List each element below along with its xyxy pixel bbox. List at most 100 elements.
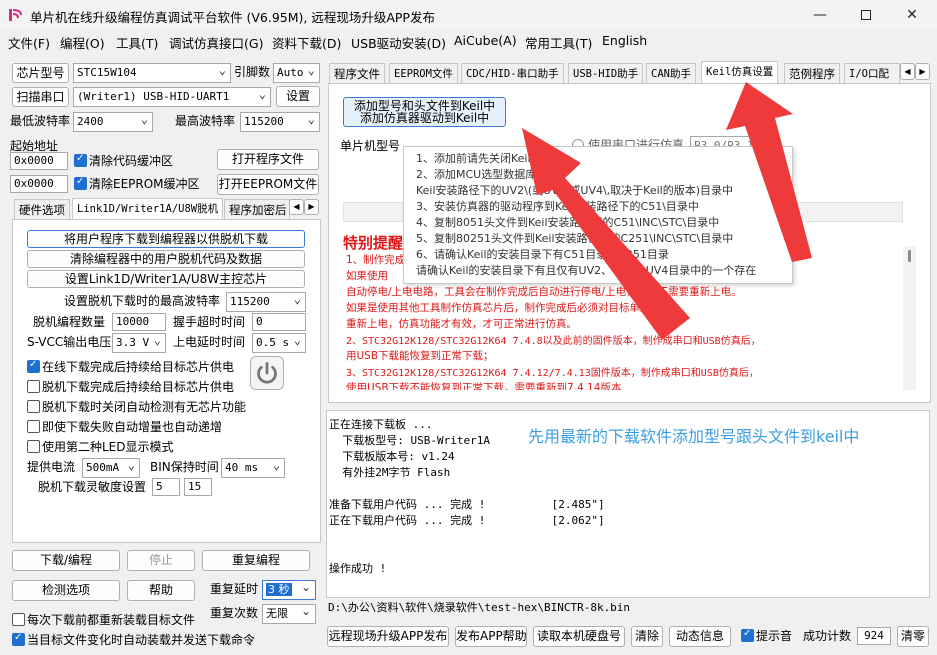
tab-can-assistant[interactable]: CAN助手 xyxy=(646,63,696,84)
eeprom-address-input[interactable]: 0x0000 xyxy=(10,175,68,193)
tooltip-line-7: 请确认Keil的安装目录下有且仅有UV2、UV3、UV4目录中的一个存在 xyxy=(416,264,757,277)
option-label-3: 即使下载失败自动增量也自动递增 xyxy=(42,420,223,434)
max-baud-label: 最高波特率 xyxy=(175,114,236,128)
svcc-voltage-select[interactable]: 3.3 V xyxy=(112,333,166,353)
notice-line-7: 3、STC32G12K128/STC32G12K64 7.4.12/7.4.13… xyxy=(346,368,759,379)
supply-current-select[interactable]: 500mA xyxy=(82,458,140,478)
tab-hardware-options[interactable]: 硬件选项 xyxy=(14,199,70,220)
tooltip-line-2: Keil安装路径下的UV2\(或UV3\或UV4\,取决于Keil的版本)目录中 xyxy=(416,184,734,197)
menu-tools[interactable]: 工具(T) xyxy=(116,33,158,52)
notice-line-8: 使用USB下载不能恢复到正常下载，需要重新到7.4.14版本 xyxy=(346,382,622,390)
power-delay-select[interactable]: 0.5 s xyxy=(252,333,306,353)
menu-english[interactable]: English xyxy=(602,33,647,48)
tab-serial-assistant[interactable]: CDC/HID-串口助手 xyxy=(461,63,564,84)
remote-upgrade-button[interactable]: 远程现场升级APP发布 xyxy=(327,626,449,647)
tooltip-line-3: 3、安装仿真器的驱动程序到Keil安装路径下的C51\目录中 xyxy=(416,200,699,213)
publish-app-help-button[interactable]: 发布APP帮助 xyxy=(455,626,527,647)
tab-encryption[interactable]: 程序加密后 xyxy=(224,199,290,220)
maximize-button[interactable] xyxy=(843,0,889,30)
arrow-left-icon: ◀ xyxy=(904,67,911,76)
menu-aicube[interactable]: AiCube(A) xyxy=(454,33,517,48)
menu-usb-driver[interactable]: USB驱动安装(D) xyxy=(351,33,446,52)
offline-max-baud-select[interactable]: 115200 xyxy=(226,292,306,312)
offline-count-input[interactable]: 10000 xyxy=(112,313,166,331)
menu-downloads[interactable]: 资料下载(D) xyxy=(272,33,341,52)
help-button[interactable]: 帮助 xyxy=(127,580,195,601)
set-main-chip-button[interactable]: 设置Link1D/Writer1A/U8W主控芯片 xyxy=(27,270,305,288)
power-toggle-button[interactable] xyxy=(250,356,284,390)
auto-send-checkbox[interactable] xyxy=(12,632,25,646)
log-line-0: 正在连接下载板 ... xyxy=(329,418,433,431)
tab-examples[interactable]: 范例程序 xyxy=(784,63,840,84)
clear-log-button[interactable]: 清除 xyxy=(631,626,663,647)
check-options-button[interactable]: 检测选项 xyxy=(12,580,120,601)
bin-hold-select[interactable]: 40 ms xyxy=(221,458,285,478)
reload-each-checkbox[interactable] xyxy=(12,613,25,626)
port-select[interactable]: (Writer1) USB-HID-UART1 xyxy=(73,87,271,107)
add-to-keil-button[interactable]: 添加型号和头文件到Keil中 添加仿真器驱动到Keil中 xyxy=(343,97,506,127)
open-eeprom-file-button[interactable]: 打开EEPROM文件 xyxy=(217,174,319,195)
reset-count-button[interactable]: 清零 xyxy=(897,626,929,647)
power-delay-label: 上电延时时间 xyxy=(173,335,246,349)
read-disk-id-button[interactable]: 读取本机硬盘号 xyxy=(533,626,625,647)
menu-program[interactable]: 编程(O) xyxy=(60,33,105,52)
tab-program-file[interactable]: 程序文件 xyxy=(329,63,385,84)
clear-eeprom-checkbox[interactable] xyxy=(74,176,87,190)
pins-select[interactable]: Auto xyxy=(273,63,320,83)
menu-common-tools[interactable]: 常用工具(T) xyxy=(525,33,592,52)
mcu-model-label: 单片机型号 xyxy=(340,139,401,153)
notice-line-2: 自动停电/上电电路，工具会在制作完成后自动进行停电/上电，此时不需要重新上电。 xyxy=(346,286,742,298)
dynamic-info-button[interactable]: 动态信息 xyxy=(669,626,731,647)
tab-offline[interactable]: Link1D/Writer1A/U8W脱机 xyxy=(72,198,224,220)
log-output: 正在连接下载板 ... 下载板型号: USB-Writer1A 下载板版本号: … xyxy=(326,410,930,598)
option-label-2: 脱机下载时关闭自动检测有无芯片功能 xyxy=(42,400,247,414)
log-line-10: 操作成功 ! xyxy=(329,562,387,575)
handshake-timeout-input[interactable]: 0 xyxy=(252,313,306,331)
tab-keil-settings[interactable]: Keil仿真设置 xyxy=(701,61,779,83)
clear-code-label: 清除代码缓冲区 xyxy=(89,154,174,168)
chip-type-button[interactable]: 芯片型号 xyxy=(12,63,69,83)
right-tab-scroll-left-button[interactable]: ◀ xyxy=(900,63,915,80)
power-icon xyxy=(257,362,277,384)
download-to-programmer-button[interactable]: 将用户程序下载到编程器以供脱机下载 xyxy=(27,230,305,248)
option-checkbox-4[interactable] xyxy=(27,440,40,453)
close-button[interactable]: ✕ xyxy=(889,0,935,30)
tab-usb-hid-assistant[interactable]: USB-HID助手 xyxy=(568,63,644,84)
min-baud-label: 最低波特率 xyxy=(10,114,71,128)
tab-io-config[interactable]: I/O口配 xyxy=(844,63,900,84)
option-checkbox-3[interactable] xyxy=(27,420,40,433)
reload-each-label: 每次下载前都重新装载目标文件 xyxy=(27,613,196,627)
menu-debug[interactable]: 调试仿真接口(G) xyxy=(169,33,263,52)
clear-code-checkbox[interactable] xyxy=(74,153,87,167)
window-title: 单片机在线升级编程仿真调试平台软件 (V6.95M), 远程现场升级APP发布 xyxy=(30,10,435,25)
auto-send-label: 当目标文件变化时自动装载并发送下载命令 xyxy=(27,633,256,647)
sensitivity-input-1[interactable]: 5 xyxy=(152,478,180,496)
repeat-delay-select[interactable]: 3 秒 xyxy=(262,580,316,600)
overlay-annotation-text: 先用最新的下载软件添加型号跟头文件到keil中 xyxy=(528,427,860,446)
tab-scroll-left-button[interactable]: ◀ xyxy=(289,199,304,215)
code-address-input[interactable]: 0x0000 xyxy=(10,152,68,170)
right-tab-scroll-right-button[interactable]: ▶ xyxy=(915,63,930,80)
notice-scrollbar[interactable] xyxy=(903,246,916,390)
beep-checkbox[interactable] xyxy=(741,628,754,642)
option-checkbox-2[interactable] xyxy=(27,400,40,413)
sensitivity-input-2[interactable]: 15 xyxy=(184,478,212,496)
tab-eeprom-file[interactable]: EEPROM文件 xyxy=(389,63,458,84)
repeat-count-select[interactable]: 无限 xyxy=(262,604,316,624)
notice-scroll-thumb[interactable] xyxy=(908,250,911,262)
max-baud-select[interactable]: 115200 xyxy=(240,112,320,132)
menu-file[interactable]: 文件(F) xyxy=(8,33,50,52)
chip-select[interactable]: STC15W104 xyxy=(73,63,231,83)
min-baud-select[interactable]: 2400 xyxy=(73,112,153,132)
open-program-file-button[interactable]: 打开程序文件 xyxy=(217,149,319,170)
option-checkbox-1[interactable] xyxy=(27,380,40,393)
repeat-program-button[interactable]: 重复编程 xyxy=(202,550,310,571)
stop-button[interactable]: 停止 xyxy=(127,550,195,571)
scan-port-button[interactable]: 扫描串口 xyxy=(12,87,69,107)
tab-scroll-right-button[interactable]: ▶ xyxy=(304,199,319,215)
port-settings-button[interactable]: 设置 xyxy=(276,86,320,107)
minimize-button[interactable]: — xyxy=(797,0,843,30)
option-checkbox-0[interactable] xyxy=(27,359,40,373)
download-program-button[interactable]: 下载/编程 xyxy=(12,550,120,571)
clear-offline-code-button[interactable]: 清除编程器中的用户脱机代码及数据 xyxy=(27,250,305,268)
